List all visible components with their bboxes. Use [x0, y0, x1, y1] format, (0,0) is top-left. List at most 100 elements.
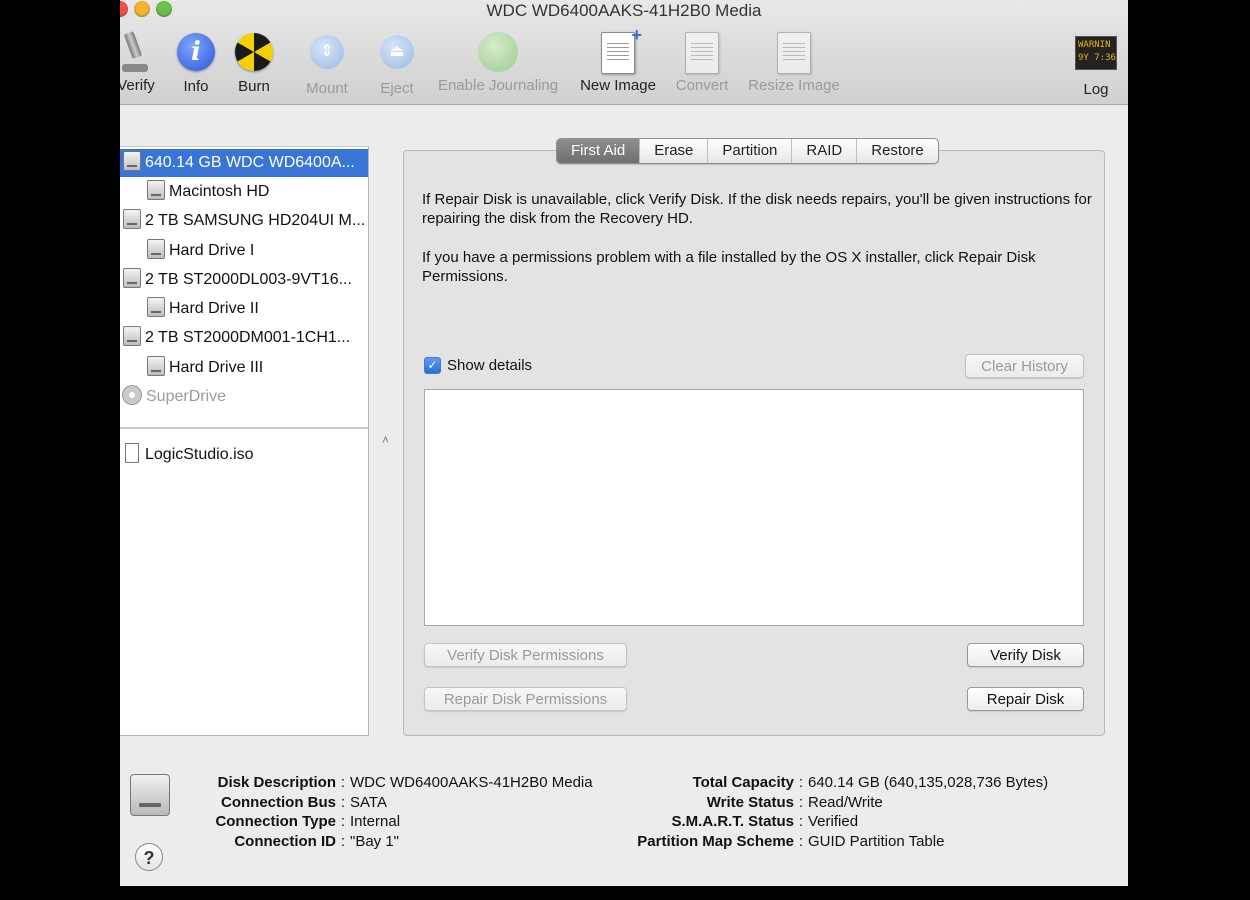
burn-icon: [235, 33, 273, 71]
show-details-checkbox[interactable]: ✓ Show details: [424, 357, 532, 374]
sidebar-divider: [120, 427, 368, 429]
total-capacity-row: Total Capacity:640.14 GB (640,135,028,73…: [610, 773, 1049, 793]
sidebar-item-label: Hard Drive I: [169, 242, 255, 259]
write-status-row: Write Status: Read/Write: [610, 793, 1048, 813]
resize-image-toolbar-button[interactable]: Resize Image: [744, 30, 844, 94]
info-key: Write Status: [706, 793, 794, 811]
first-aid-instructions-1: If Repair Disk is unavailable, click Ver…: [422, 191, 1092, 227]
sidebar-item-label: Hard Drive III: [169, 359, 264, 376]
sidebar-item-macintosh-hd[interactable]: Macintosh HD: [120, 178, 368, 206]
volume-icon: [147, 239, 165, 259]
eject-icon: ⏏: [380, 35, 414, 69]
sidebar-item-label: 2 TB ST2000DL003-9VT16...: [145, 271, 352, 288]
checkmark-icon: ✓: [424, 357, 441, 374]
info-key: Connection Bus: [221, 793, 336, 811]
disk-utility-window: WDC WD6400AAKS-41H2B0 Media Verify i Inf…: [120, 0, 1128, 886]
show-details-label: Show details: [447, 357, 533, 374]
info-value: WDC WD6400AAKS-41H2B0 Media: [350, 774, 593, 791]
splitter-handle-icon[interactable]: ˄: [382, 433, 389, 447]
new-image-label: New Image: [580, 77, 656, 94]
log-icon: WARNIN 9Y 7:36: [1075, 36, 1117, 70]
burn-label: Burn: [238, 78, 270, 95]
sidebar-item-label: Macintosh HD: [169, 183, 270, 200]
info-key: Total Capacity: [692, 774, 794, 791]
eject-toolbar-button[interactable]: ⏏ Eject: [374, 30, 420, 97]
tab-restore[interactable]: Restore: [856, 139, 938, 163]
repair-disk-button[interactable]: Repair Disk: [967, 687, 1084, 711]
tab-partition[interactable]: Partition: [707, 139, 791, 163]
journaling-icon: [478, 32, 518, 72]
sidebar-item-samsung-disk[interactable]: 2 TB SAMSUNG HD204UI M...: [120, 207, 368, 235]
info-toolbar-button[interactable]: i Info: [174, 30, 218, 95]
info-separator: :: [340, 774, 346, 791]
sidebar-item-label: 2 TB ST2000DM001-1CH1...: [145, 329, 351, 346]
info-separator: :: [798, 813, 804, 830]
sidebar-item-label: 2 TB SAMSUNG HD204UI M...: [145, 212, 366, 229]
volume-icon: [147, 297, 165, 317]
mount-icon: ⇕: [310, 35, 344, 69]
first-aid-instructions-2: If you have a permissions problem with a…: [422, 249, 1036, 285]
hard-disk-icon: [123, 268, 141, 288]
info-key: Partition Map Scheme: [637, 832, 794, 850]
tab-erase[interactable]: Erase: [639, 139, 707, 163]
sidebar-item-logicstudio-iso[interactable]: LogicStudio.iso: [120, 441, 368, 469]
enable-journaling-label: Enable Journaling: [437, 77, 559, 94]
hard-disk-icon: [123, 151, 141, 171]
clear-history-button[interactable]: Clear History: [965, 354, 1084, 378]
info-value: GUID Partition Table: [808, 832, 945, 850]
resize-image-label: Resize Image: [748, 77, 840, 94]
volume-icon: [147, 180, 165, 200]
info-separator: :: [340, 813, 346, 830]
sidebar-item-label: LogicStudio.iso: [145, 446, 254, 463]
disk-list-sidebar: 640.14 GB WDC WD6400A... Macintosh HD 2 …: [120, 146, 369, 736]
verify-disk-button[interactable]: Verify Disk: [967, 643, 1084, 667]
log-toolbar-button[interactable]: WARNIN 9Y 7:36 Log: [1074, 30, 1118, 98]
info-separator: :: [798, 793, 804, 811]
verify-disk-permissions-button[interactable]: Verify Disk Permissions: [424, 643, 627, 667]
info-separator: :: [340, 832, 346, 850]
sidebar-item-superdrive[interactable]: SuperDrive: [120, 383, 368, 411]
new-image-toolbar-button[interactable]: + New Image: [576, 25, 660, 94]
sidebar-item-wdc-disk[interactable]: 640.14 GB WDC WD6400A...: [120, 149, 368, 177]
connection-id-row: Connection ID: "Bay 1": [120, 832, 593, 852]
sidebar-item-label: SuperDrive: [146, 388, 227, 405]
details-log-area[interactable]: [424, 389, 1084, 626]
window-title: WDC WD6400AAKS-41H2B0 Media: [486, 1, 762, 20]
disk-info-right: Total Capacity:640.14 GB (640,135,028,73…: [610, 773, 1048, 851]
info-value: 640.14 GB (640,135,028,736 Bytes): [808, 774, 1049, 791]
connection-type-row: Connection Type: Internal: [120, 812, 593, 832]
info-value: "Bay 1": [350, 832, 400, 850]
info-separator: :: [798, 832, 804, 850]
info-key: Disk Description: [217, 774, 336, 791]
info-value: SATA: [350, 793, 387, 811]
connection-bus-row: Connection Bus: SATA: [120, 793, 593, 813]
verify-label: Verify: [120, 77, 155, 94]
verify-toolbar-button[interactable]: Verify: [120, 30, 158, 94]
convert-label: Convert: [675, 77, 729, 94]
tab-first-aid[interactable]: First Aid: [557, 139, 640, 163]
sidebar-item-st2000dl003-disk[interactable]: 2 TB ST2000DL003-9VT16...: [120, 266, 368, 294]
sidebar-item-hard-drive-ii[interactable]: Hard Drive II: [120, 295, 368, 323]
sidebar-item-label: 640.14 GB WDC WD6400A...: [145, 154, 355, 171]
info-value: Internal: [350, 813, 401, 830]
tab-raid[interactable]: RAID: [791, 139, 856, 163]
disk-image-file-icon: [125, 443, 139, 463]
repair-disk-permissions-button[interactable]: Repair Disk Permissions: [424, 687, 627, 711]
enable-journaling-toolbar-button[interactable]: Enable Journaling: [432, 30, 564, 94]
optical-disc-icon: [122, 385, 142, 405]
sidebar-item-st2000dm001-disk[interactable]: 2 TB ST2000DM001-1CH1...: [120, 324, 368, 352]
info-key: Connection Type: [215, 813, 336, 830]
info-icon: i: [177, 33, 215, 71]
burn-toolbar-button[interactable]: Burn: [232, 30, 276, 95]
sidebar-item-hard-drive-iii[interactable]: Hard Drive III: [120, 354, 368, 382]
sidebar-item-label: Hard Drive II: [169, 300, 259, 317]
info-label: Info: [183, 78, 209, 95]
disk-info-left: Disk Description: WDC WD6400AAKS-41H2B0 M…: [120, 773, 593, 852]
info-key: S.M.A.R.T. Status: [671, 813, 794, 830]
info-value: Verified: [808, 813, 859, 830]
convert-toolbar-button[interactable]: Convert: [672, 30, 732, 94]
sidebar-item-hard-drive-i[interactable]: Hard Drive I: [120, 237, 368, 265]
info-separator: :: [798, 774, 804, 791]
mount-toolbar-button[interactable]: ⇕ Mount: [300, 30, 354, 97]
log-label: Log: [1083, 81, 1109, 98]
